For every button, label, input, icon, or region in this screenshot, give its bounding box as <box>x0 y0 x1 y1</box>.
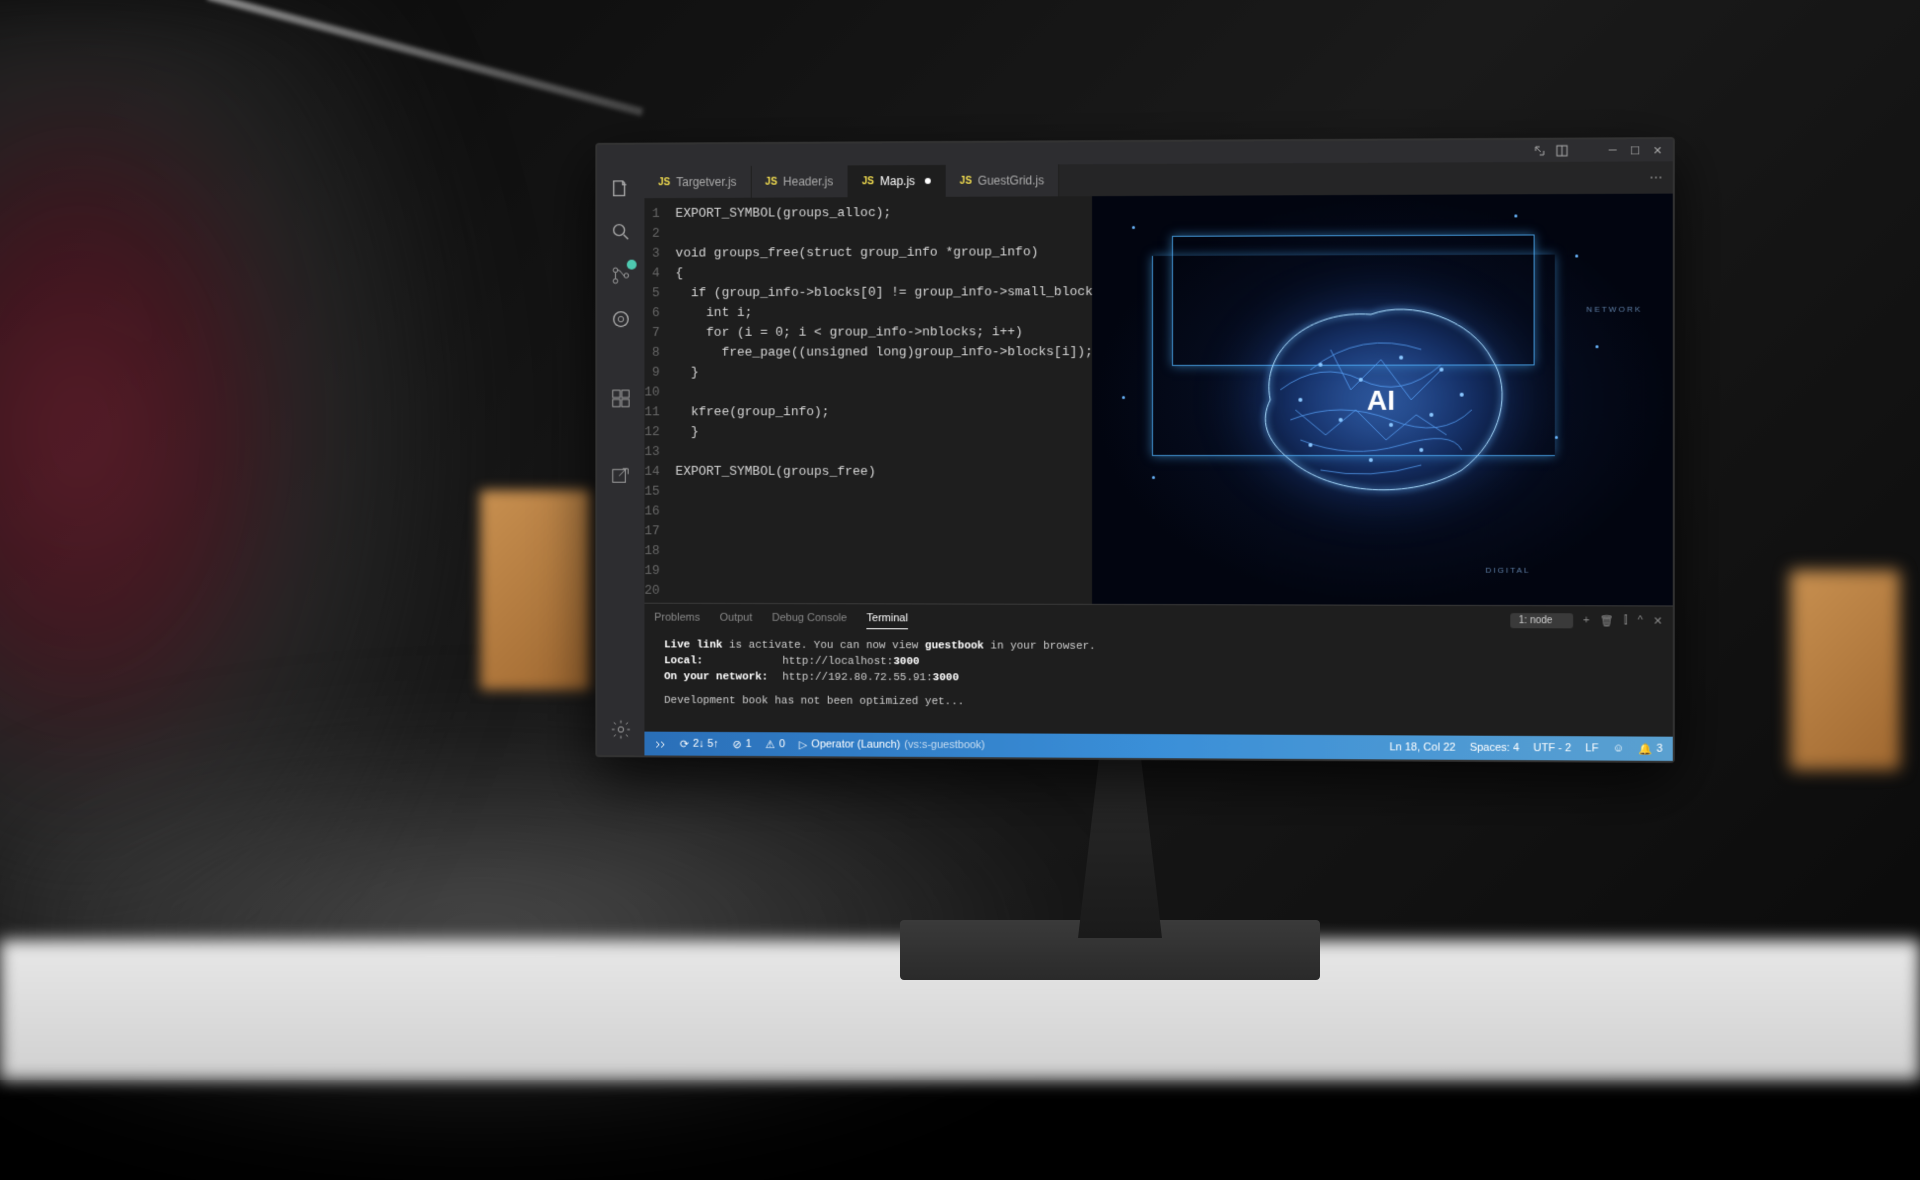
minimize-button[interactable]: ─ <box>1606 143 1620 157</box>
status-notifications[interactable]: 🔔 3 <box>1638 742 1662 755</box>
new-terminal-icon[interactable]: + <box>1583 614 1590 626</box>
code-content[interactable]: EXPORT_SYMBOL(groups_alloc);void groups_… <box>670 196 1093 604</box>
panel-tabs: Problems Output Debug Console Terminal 1… <box>644 604 1672 635</box>
code-editor[interactable]: 1234567891011121314151617181920 EXPORT_S… <box>644 196 1092 604</box>
more-actions-icon[interactable]: ⋯ <box>1649 169 1662 185</box>
ai-brain-graphic: AI <box>1210 269 1553 531</box>
tab-label: GuestGrid.js <box>978 173 1044 187</box>
status-encoding[interactable]: UTF - 2 <box>1533 742 1571 754</box>
editor-tabs: JS Targetver.js JS Header.js JS Map.js <box>644 161 1672 198</box>
search-icon[interactable] <box>607 218 634 246</box>
explorer-icon[interactable] <box>607 174 634 202</box>
bottom-panel: Problems Output Debug Console Terminal 1… <box>644 603 1672 737</box>
terminal-url: http://192.80.72.55.91: <box>782 670 932 687</box>
status-launch[interactable]: ▷ Operator (Launch) (vs:s-guestbook) <box>799 738 985 752</box>
tab-label: Targetver.js <box>676 175 736 189</box>
preview-pane: NETWORK DIGITAL <box>1092 194 1672 606</box>
terminal-port: 3000 <box>893 654 919 670</box>
hud-label-network: NETWORK <box>1586 305 1642 314</box>
terminal-text: Live link <box>664 639 722 651</box>
play-icon: ▷ <box>799 738 807 751</box>
dirty-indicator-icon <box>925 178 931 184</box>
sync-icon: ⟳ <box>680 737 689 750</box>
status-feedback[interactable]: ☺ <box>1613 742 1624 754</box>
close-button[interactable]: ✕ <box>1650 143 1664 157</box>
tab-targetver[interactable]: JS Targetver.js <box>644 166 751 198</box>
terminal-text: is activate. You can now view <box>723 640 925 653</box>
terminal-selector[interactable]: 1: node <box>1511 613 1573 628</box>
status-eol[interactable]: LF <box>1585 742 1598 754</box>
js-file-icon: JS <box>960 175 972 186</box>
terminal-label: On your network: <box>664 669 782 685</box>
share-icon[interactable] <box>607 464 634 492</box>
panel-tab-debug-console[interactable]: Debug Console <box>772 608 847 628</box>
split-terminal-icon[interactable]: ⫿ <box>1624 614 1628 627</box>
activity-bar <box>597 166 644 755</box>
speaker-left <box>480 490 590 690</box>
close-panel-icon[interactable]: ✕ <box>1653 614 1662 627</box>
smiley-icon: ☺ <box>1613 742 1624 754</box>
terminal-text: guestbook <box>925 640 984 652</box>
svg-text:AI: AI <box>1367 385 1395 416</box>
js-file-icon: JS <box>765 176 777 187</box>
kill-terminal-icon[interactable]: 🗑 <box>1600 614 1614 627</box>
panel-tab-terminal[interactable]: Terminal <box>867 608 908 629</box>
terminal-output[interactable]: Live link is activate. You can now view … <box>644 631 1672 736</box>
hud-label-digital: DIGITAL <box>1485 566 1530 575</box>
split-editor-icon[interactable] <box>1555 144 1569 158</box>
tab-label: Map.js <box>880 174 915 188</box>
maximize-button[interactable]: ☐ <box>1628 143 1642 157</box>
status-bar: ⟳ 2↓ 5↑ ⊘ 1 ⚠ 0 ▷ Operat <box>644 732 1672 761</box>
error-icon: ⊘ <box>733 737 742 750</box>
status-remote[interactable] <box>654 738 666 750</box>
panel-tab-output[interactable]: Output <box>720 608 753 628</box>
settings-gear-icon[interactable] <box>607 716 634 744</box>
js-file-icon: JS <box>862 176 874 187</box>
run-debug-icon[interactable] <box>607 305 634 333</box>
status-errors[interactable]: ⊘ 1 <box>733 737 752 750</box>
terminal-port: 3000 <box>933 670 959 686</box>
remote-icon <box>654 738 666 750</box>
terminal-text: in your browser. <box>984 641 1096 653</box>
tab-label: Header.js <box>783 174 833 188</box>
status-cursor-pos[interactable]: Ln 18, Col 22 <box>1389 741 1455 753</box>
tab-guestgrid[interactable]: JS GuestGrid.js <box>946 164 1059 196</box>
open-external-icon[interactable] <box>1533 144 1547 158</box>
status-warnings[interactable]: ⚠ 0 <box>765 738 785 751</box>
speaker-right <box>1790 570 1900 770</box>
status-indentation[interactable]: Spaces: 4 <box>1470 742 1520 754</box>
source-control-icon[interactable] <box>607 262 634 290</box>
status-sync[interactable]: ⟳ 2↓ 5↑ <box>680 737 719 750</box>
extensions-icon[interactable] <box>607 385 634 413</box>
bell-icon: 🔔 <box>1638 742 1652 755</box>
scm-badge <box>627 260 637 270</box>
line-number-gutter: 1234567891011121314151617181920 <box>644 198 669 603</box>
ide-window: ─ ☐ ✕ <box>597 139 1672 761</box>
tab-header[interactable]: JS Header.js <box>751 165 848 197</box>
warning-icon: ⚠ <box>765 738 775 751</box>
tab-map[interactable]: JS Map.js <box>848 165 946 197</box>
terminal-text: Development book has not been optimized … <box>664 693 1652 713</box>
terminal-url: http://localhost: <box>782 654 893 670</box>
panel-tab-problems[interactable]: Problems <box>654 608 700 628</box>
js-file-icon: JS <box>658 177 670 188</box>
monitor-screen: ─ ☐ ✕ <box>595 137 1674 763</box>
terminal-label: Local: <box>664 653 782 669</box>
maximize-panel-icon[interactable]: ^ <box>1638 614 1643 626</box>
